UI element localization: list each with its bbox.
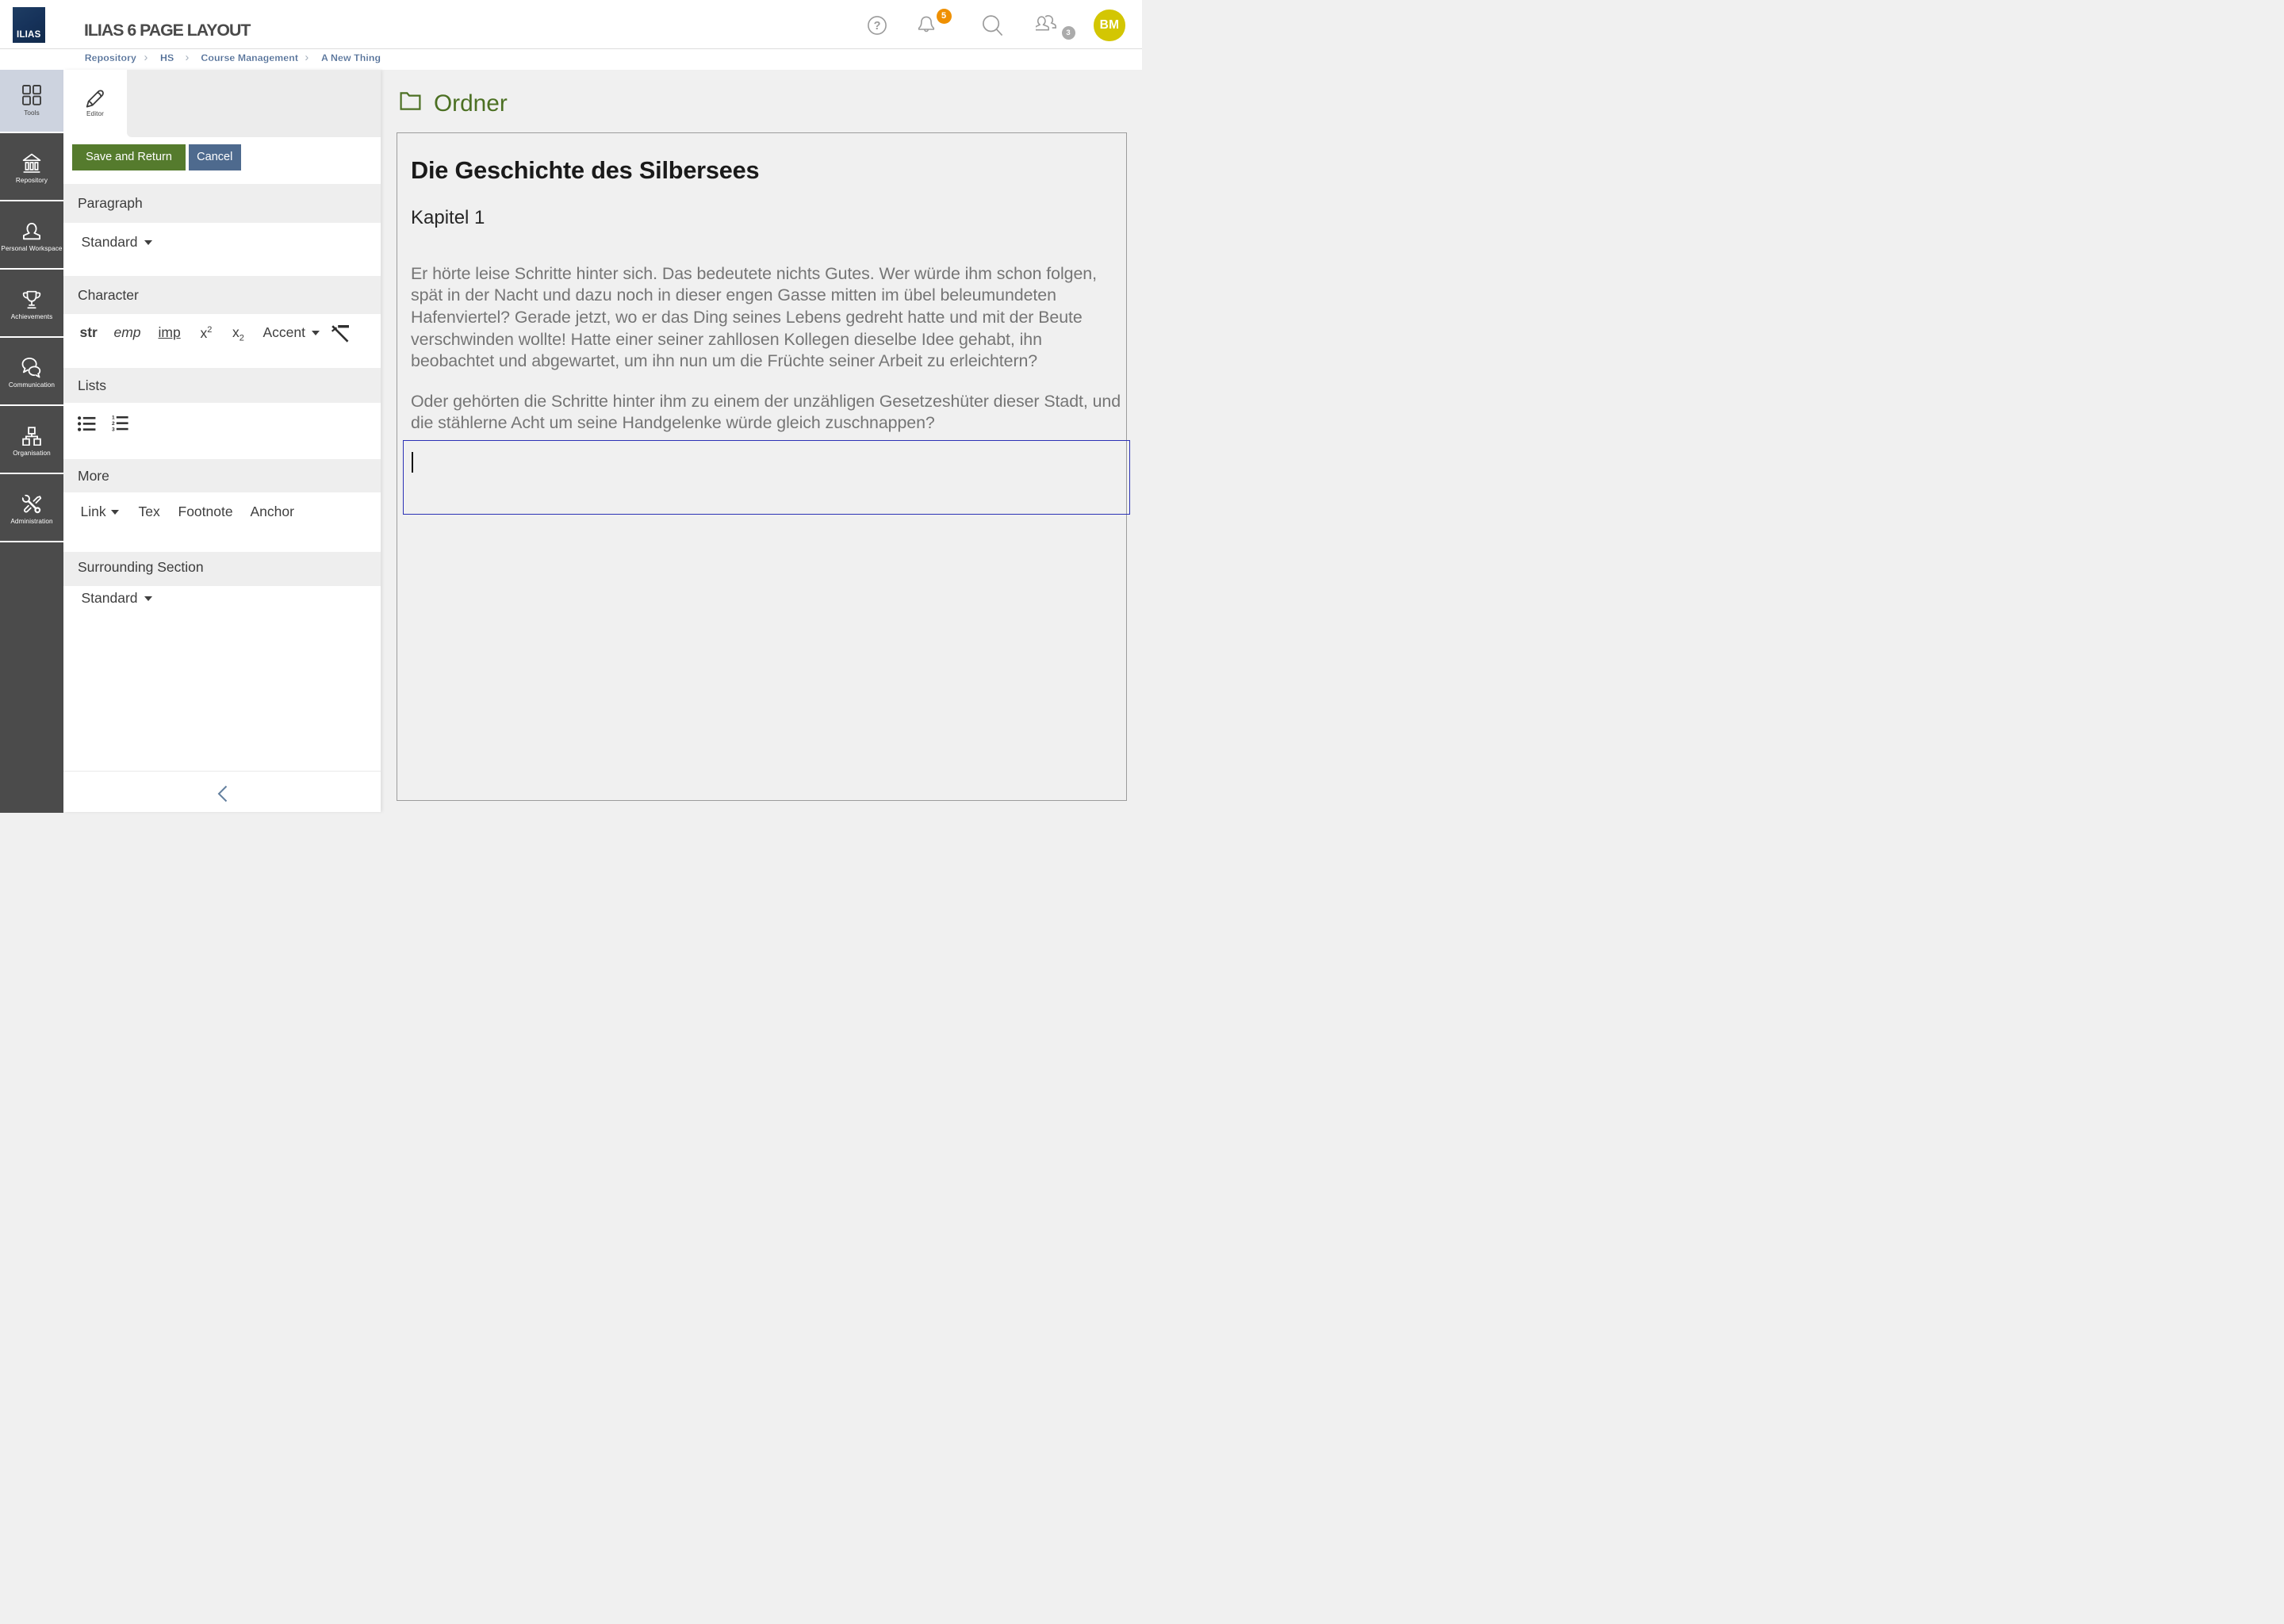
svg-text:1: 1 bbox=[112, 415, 115, 420]
svg-text:2: 2 bbox=[112, 421, 115, 427]
svg-text:?: ? bbox=[874, 20, 881, 33]
svg-text:3: 3 bbox=[112, 427, 115, 432]
